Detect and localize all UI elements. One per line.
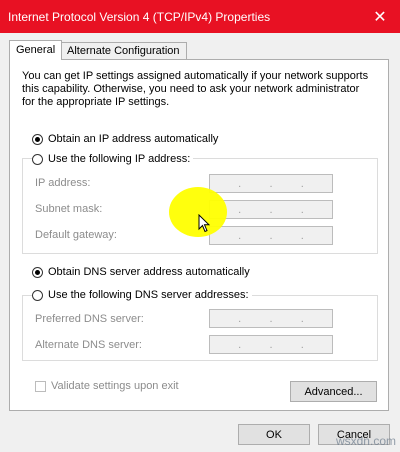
radio-unchecked-icon[interactable] [32,289,43,301]
advanced-button[interactable]: Advanced... [290,381,377,402]
alternate-dns-label: Alternate DNS server: [35,339,142,351]
subnet-mask-input[interactable]: ... [209,200,333,219]
tab-alternate-configuration[interactable]: Alternate Configuration [60,42,187,59]
use-following-dns-label: Use the following DNS server addresses: [48,289,249,301]
title-bar: Internet Protocol Version 4 (TCP/IPv4) P… [0,0,400,33]
alternate-dns-input[interactable]: ... [209,335,333,354]
close-icon: ✕ [373,8,387,26]
ip-address-label: IP address: [35,177,91,189]
use-following-dns-radio[interactable]: Use the following DNS server addresses: [32,289,252,301]
default-gateway-label: Default gateway: [35,229,117,241]
radio-unchecked-icon[interactable] [32,153,43,165]
obtain-ip-auto-label: Obtain an IP address automatically [48,133,219,145]
validate-settings-label: Validate settings upon exit [51,380,179,392]
use-following-ip-radio[interactable]: Use the following IP address: [32,153,194,165]
preferred-dns-label: Preferred DNS server: [35,313,144,325]
ok-button[interactable]: OK [238,424,310,445]
mouse-pointer-icon [198,214,210,233]
default-gateway-input[interactable]: ... [209,226,333,245]
window-title: Internet Protocol Version 4 (TCP/IPv4) P… [8,10,271,24]
checkbox-unchecked-icon[interactable] [35,380,46,392]
tab-general[interactable]: General [9,40,63,60]
subnet-mask-label: Subnet mask: [35,203,103,215]
radio-checked-icon[interactable] [32,266,43,278]
ip-address-input[interactable]: ... [209,174,333,193]
use-following-ip-label: Use the following IP address: [48,153,191,165]
description-text: You can get IP settings assigned automat… [22,70,369,108]
validate-settings-checkbox[interactable]: Validate settings upon exit [35,380,179,392]
radio-checked-icon[interactable] [32,133,43,145]
obtain-dns-auto-label: Obtain DNS server address automatically [48,266,250,278]
close-button[interactable]: ✕ [360,0,400,33]
watermark-text: wsxdn.com [335,434,396,448]
obtain-ip-auto-radio[interactable]: Obtain an IP address automatically [32,133,218,145]
preferred-dns-input[interactable]: ... [209,309,333,328]
obtain-dns-auto-radio[interactable]: Obtain DNS server address automatically [32,266,250,278]
